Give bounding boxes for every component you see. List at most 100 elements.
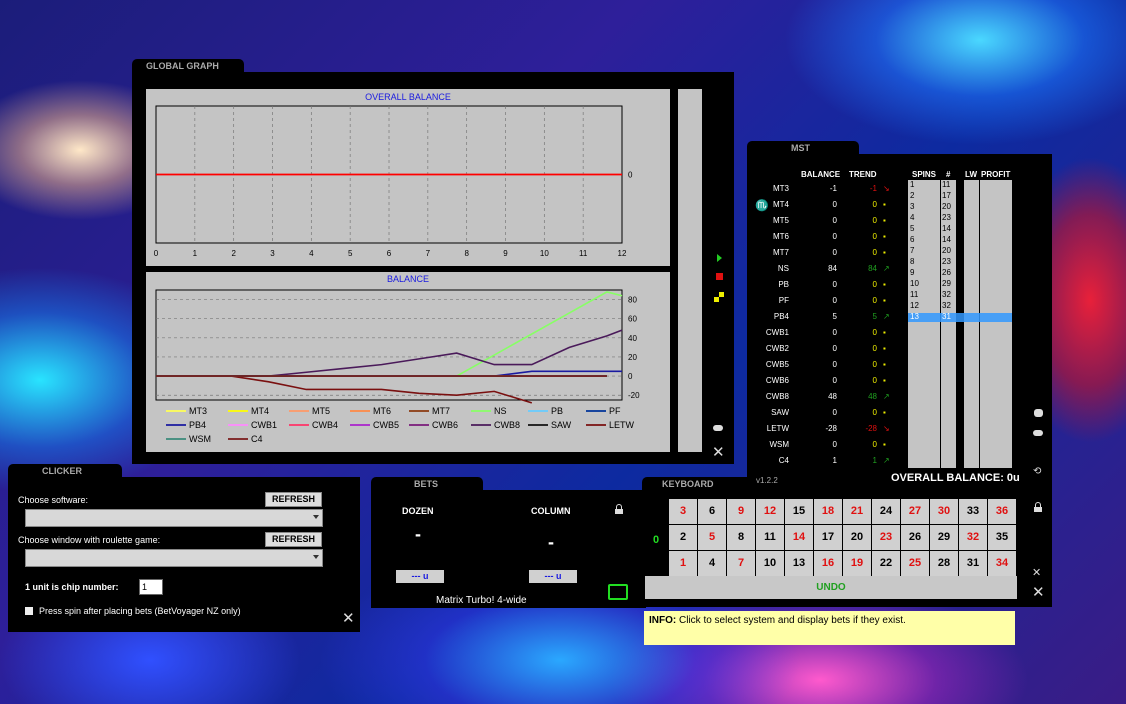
clicker-tab[interactable]: CLICKER bbox=[8, 464, 122, 478]
number-key[interactable]: 6 bbox=[697, 498, 727, 525]
mst-row-name[interactable]: MT7 bbox=[747, 248, 789, 257]
number-key[interactable]: 23 bbox=[871, 524, 901, 551]
unit-chip-input[interactable] bbox=[139, 579, 163, 595]
spin-value[interactable]: 31 bbox=[942, 312, 951, 321]
profit-column[interactable] bbox=[980, 180, 1012, 468]
number-key[interactable]: 21 bbox=[842, 498, 872, 525]
number-key[interactable]: 5 bbox=[697, 524, 727, 551]
spin-value[interactable]: 11 bbox=[942, 180, 950, 189]
mst-row-name[interactable]: MT4 bbox=[747, 200, 789, 209]
number-key[interactable]: 29 bbox=[929, 524, 959, 551]
number-key[interactable]: 32 bbox=[958, 524, 988, 551]
graph-scrollbar[interactable] bbox=[678, 89, 702, 452]
spin-value[interactable]: 17 bbox=[942, 191, 951, 200]
spin-value[interactable]: 20 bbox=[942, 202, 951, 211]
spin-value[interactable]: 14 bbox=[942, 235, 951, 244]
clear-icon[interactable] bbox=[714, 292, 724, 302]
number-key[interactable]: 33 bbox=[958, 498, 988, 525]
window-refresh-button[interactable]: REFRESH bbox=[265, 532, 322, 547]
number-key[interactable]: 31 bbox=[958, 550, 988, 577]
mst-row-name[interactable]: CWB5 bbox=[747, 360, 789, 369]
number-key[interactable]: 18 bbox=[813, 498, 843, 525]
spin-number[interactable]: 3 bbox=[910, 202, 914, 211]
graph-close-button[interactable]: ✕ bbox=[712, 445, 725, 460]
mst-row-name[interactable]: C4 bbox=[747, 456, 789, 465]
press-spin-checkbox[interactable] bbox=[25, 607, 33, 615]
spin-number[interactable]: 6 bbox=[910, 235, 914, 244]
mst-row-name[interactable]: MT5 bbox=[747, 216, 789, 225]
mst-row-name[interactable]: PF bbox=[747, 296, 789, 305]
number-key[interactable]: 35 bbox=[987, 524, 1017, 551]
cycle-icon[interactable] bbox=[608, 584, 628, 600]
refresh-icon[interactable]: ⟲ bbox=[1033, 466, 1041, 477]
spin-number[interactable]: 5 bbox=[910, 224, 914, 233]
play-icon[interactable] bbox=[717, 254, 722, 262]
mst-row-name[interactable]: WSM bbox=[747, 440, 789, 449]
spin-value[interactable]: 29 bbox=[942, 279, 951, 288]
spin-value[interactable]: 23 bbox=[942, 213, 951, 222]
spin-number[interactable]: 8 bbox=[910, 257, 914, 266]
mst-tab[interactable]: MST bbox=[747, 141, 859, 155]
number-key[interactable]: 28 bbox=[929, 550, 959, 577]
number-key[interactable]: 2 bbox=[668, 524, 698, 551]
number-key[interactable]: 27 bbox=[900, 498, 930, 525]
spin-number[interactable]: 10 bbox=[910, 279, 919, 288]
spin-value[interactable]: 26 bbox=[942, 268, 951, 277]
keyboard-tab[interactable]: KEYBOARD bbox=[642, 477, 754, 491]
mst-row-name[interactable]: PB bbox=[747, 280, 789, 289]
spin-number[interactable]: 7 bbox=[910, 246, 914, 255]
undo-button[interactable]: UNDO bbox=[645, 576, 1017, 599]
number-key[interactable]: 10 bbox=[755, 550, 785, 577]
spin-number[interactable]: 13 bbox=[910, 312, 919, 321]
spin-value[interactable]: 20 bbox=[942, 246, 951, 255]
bets-tab[interactable]: BETS bbox=[371, 477, 483, 491]
number-key[interactable]: 9 bbox=[726, 498, 756, 525]
number-key[interactable]: 24 bbox=[871, 498, 901, 525]
mst-row-name[interactable]: CWB8 bbox=[747, 392, 789, 401]
mst-row-name[interactable]: CWB6 bbox=[747, 376, 789, 385]
spin-value[interactable]: 14 bbox=[942, 224, 951, 233]
spin-number[interactable]: 1 bbox=[910, 180, 914, 189]
lock-icon[interactable] bbox=[1034, 502, 1042, 512]
number-key[interactable]: 34 bbox=[987, 550, 1017, 577]
number-key[interactable]: 17 bbox=[813, 524, 843, 551]
clicker-close-button[interactable]: ✕ bbox=[342, 611, 355, 626]
number-key[interactable]: 3 bbox=[668, 498, 698, 525]
mst-row-name[interactable]: MT3 bbox=[747, 184, 789, 193]
lock-icon[interactable] bbox=[615, 504, 623, 514]
mst-row-name[interactable]: NS bbox=[747, 264, 789, 273]
number-key[interactable]: 8 bbox=[726, 524, 756, 551]
spin-number[interactable]: 11 bbox=[910, 290, 918, 299]
spin-value[interactable]: 32 bbox=[942, 290, 951, 299]
mst-row-name[interactable]: MT6 bbox=[747, 232, 789, 241]
number-key[interactable]: 26 bbox=[900, 524, 930, 551]
spin-number[interactable]: 12 bbox=[910, 301, 919, 310]
software-select[interactable] bbox=[25, 509, 323, 527]
chat-icon[interactable] bbox=[1033, 430, 1043, 436]
spin-number[interactable]: 4 bbox=[910, 213, 914, 222]
number-key[interactable]: 4 bbox=[697, 550, 727, 577]
keyboard-close-button[interactable]: ✕ bbox=[1032, 585, 1045, 600]
tools-icon[interactable]: ✕ bbox=[1032, 566, 1041, 579]
number-key[interactable]: 36 bbox=[987, 498, 1017, 525]
number-key[interactable]: 22 bbox=[871, 550, 901, 577]
spin-value[interactable]: 23 bbox=[942, 257, 951, 266]
number-key[interactable]: 20 bbox=[842, 524, 872, 551]
stop-icon[interactable] bbox=[716, 273, 723, 280]
number-key[interactable]: 15 bbox=[784, 498, 814, 525]
number-key[interactable]: 13 bbox=[784, 550, 814, 577]
window-select[interactable] bbox=[25, 549, 323, 567]
number-key[interactable]: 12 bbox=[755, 498, 785, 525]
number-key[interactable]: 11 bbox=[755, 524, 785, 551]
number-key[interactable]: 14 bbox=[784, 524, 814, 551]
lw-column[interactable] bbox=[964, 180, 979, 468]
mst-row-name[interactable]: SAW bbox=[747, 408, 789, 417]
number-key[interactable]: 25 bbox=[900, 550, 930, 577]
number-key[interactable]: 16 bbox=[813, 550, 843, 577]
number-key[interactable]: 1 bbox=[668, 550, 698, 577]
software-refresh-button[interactable]: REFRESH bbox=[265, 492, 322, 507]
settings-icon[interactable] bbox=[1034, 409, 1043, 417]
mst-row-name[interactable]: PB4 bbox=[747, 312, 789, 321]
zero-key[interactable]: 0 bbox=[646, 498, 666, 582]
chat-icon[interactable] bbox=[713, 425, 723, 431]
